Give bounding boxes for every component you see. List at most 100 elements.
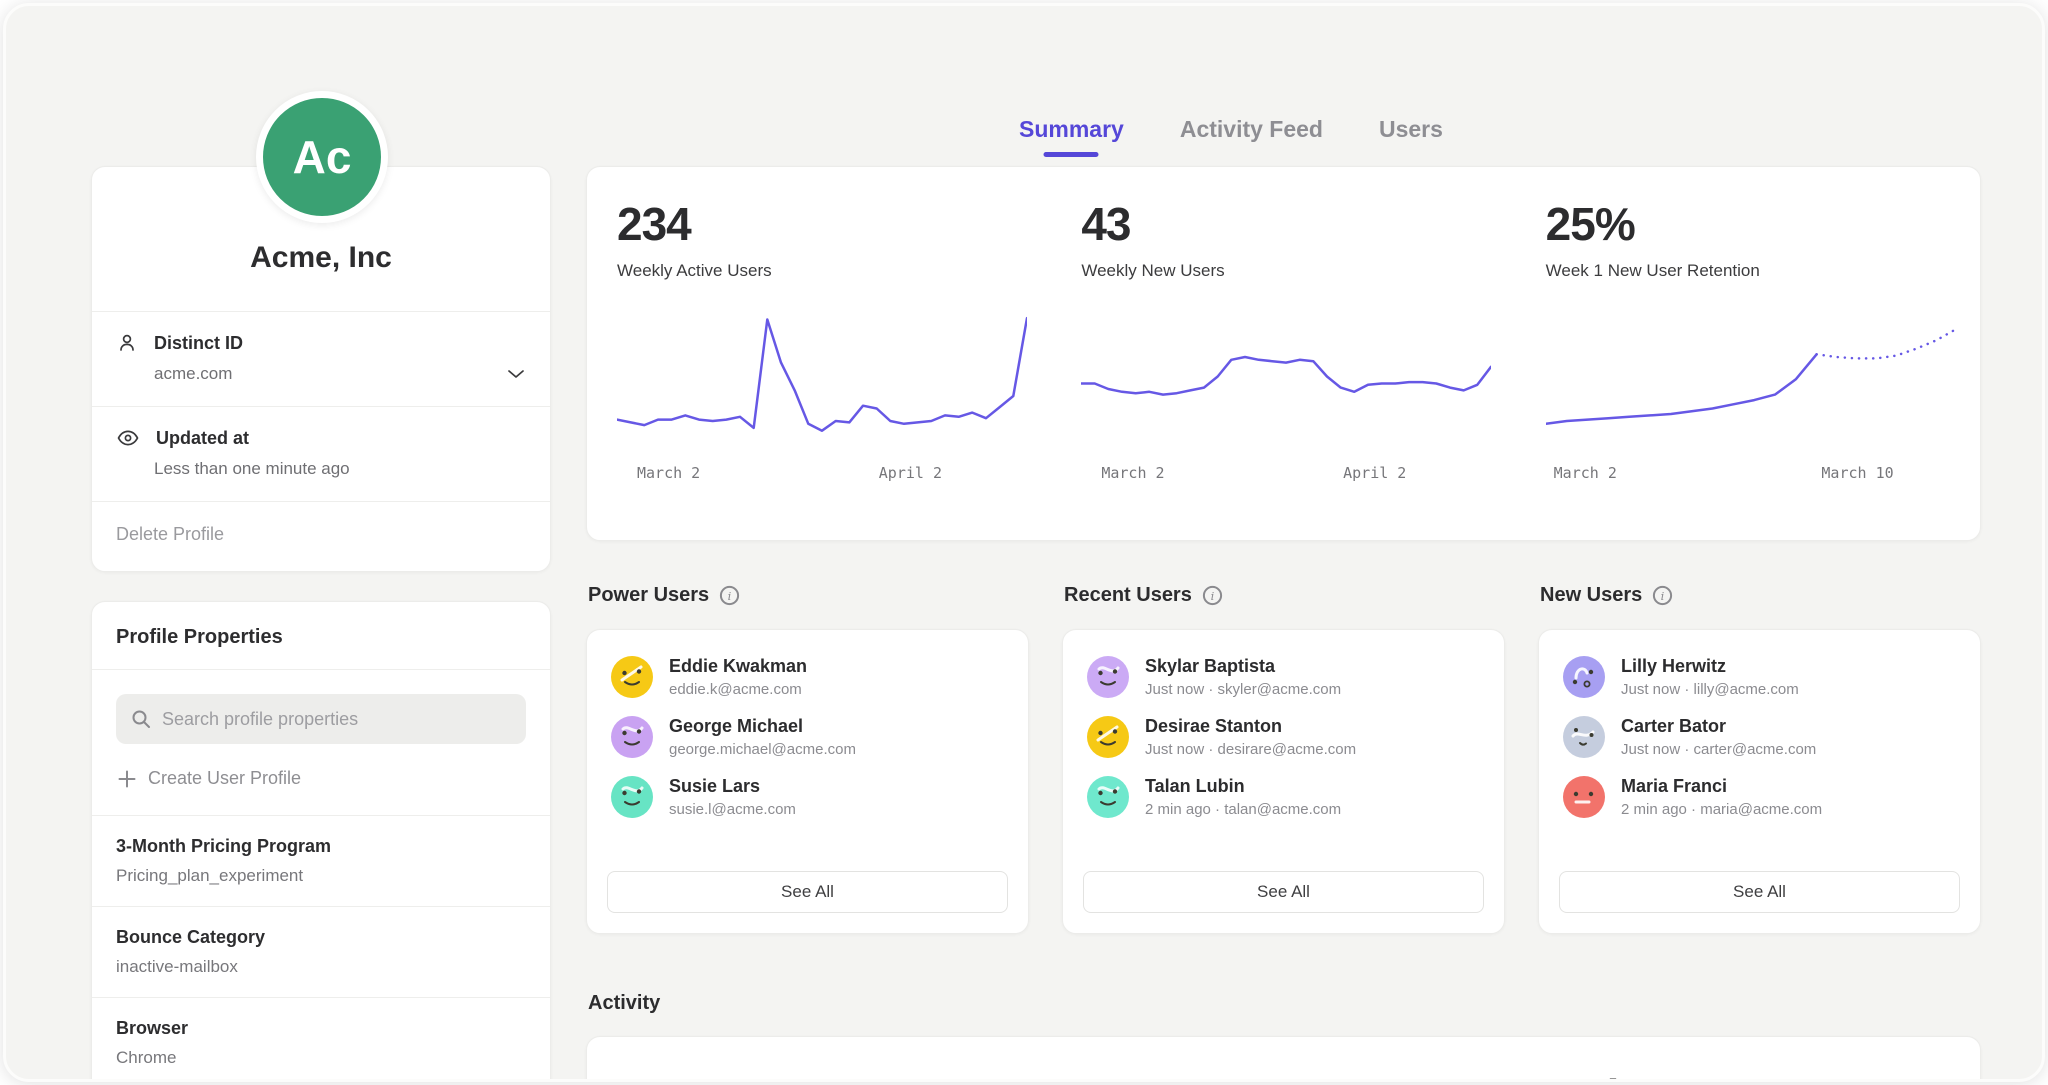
weekly-new-users-value: 43 — [1081, 197, 1515, 251]
divider — [92, 669, 550, 670]
weekly-active-users-label: Weekly Active Users — [617, 261, 1051, 281]
user-cards-row: Power Users i Eddie Kwakman eddie.k@acme… — [586, 584, 1981, 934]
user-row[interactable]: Talan Lubin 2 min ago · talan@acme.com — [1087, 776, 1480, 818]
user-name: Talan Lubin — [1145, 776, 1341, 797]
summary-stats-card: 234 Weekly Active Users March 2 April 2 … — [586, 166, 1981, 541]
user-detail: Just now · lilly@acme.com — [1621, 681, 1799, 698]
weekly-new-users-column: 43 Weekly New Users March 2 April 2 — [1051, 167, 1515, 540]
updated-at-label: Updated at — [156, 428, 249, 449]
weekly-new-users-sparkline — [1081, 299, 1491, 454]
user-detail: susie.l@acme.com — [669, 801, 796, 818]
weekly-active-users-sparkline — [617, 299, 1027, 454]
user-avatar — [1563, 716, 1605, 758]
user-row[interactable]: Skylar Baptista Just now · skyler@acme.c… — [1087, 656, 1480, 698]
property-value: Chrome — [116, 1048, 526, 1068]
delete-profile-button[interactable]: Delete Profile — [92, 502, 550, 571]
profile-properties-title: Profile Properties — [92, 602, 550, 669]
chevron-down-icon[interactable] — [506, 368, 526, 380]
recent-users-card: Skylar Baptista Just now · skyler@acme.c… — [1062, 629, 1505, 934]
app-frame: Ac Acme, Inc Distinct ID acme.com — [3, 3, 2045, 1082]
face-icon — [611, 716, 653, 758]
user-row[interactable]: Eddie Kwakman eddie.k@acme.com — [611, 656, 1004, 698]
user-row[interactable]: George Michael george.michael@acme.com — [611, 716, 1004, 758]
search-profile-properties-input[interactable] — [116, 694, 526, 744]
face-icon — [611, 656, 653, 698]
updated-at-value: Less than one minute ago — [154, 459, 526, 479]
plus-icon — [118, 770, 136, 788]
user-avatar — [611, 656, 653, 698]
tab-users-label: Users — [1379, 116, 1443, 142]
activity-card: 234 240 3.4k — [586, 1036, 1981, 1082]
property-value: Pricing_plan_experiment — [116, 866, 526, 886]
user-row[interactable]: Carter Bator Just now · carter@acme.com — [1563, 716, 1956, 758]
x-tick-start: March 2 — [1101, 464, 1164, 482]
search-icon — [130, 708, 152, 730]
x-axis-ticks: March 2 March 10 — [1554, 464, 1894, 482]
user-name: Desirae Stanton — [1145, 716, 1356, 737]
see-all-button[interactable]: See All — [1083, 871, 1484, 913]
user-avatar — [1087, 656, 1129, 698]
user-detail: george.michael@acme.com — [669, 741, 856, 758]
activity-stat-value: 3.4k — [1546, 1069, 1980, 1082]
create-user-profile-button[interactable]: Create User Profile — [118, 768, 524, 789]
property-name: Bounce Category — [116, 927, 526, 948]
svg-text:i: i — [1661, 589, 1665, 603]
profile-properties-card: Profile Properties Create User Profile 3… — [91, 601, 551, 1082]
property-row: 3-Month Pricing Program Pricing_plan_exp… — [92, 816, 550, 906]
user-name: Lilly Herwitz — [1621, 656, 1799, 677]
company-avatar-initials: Ac — [293, 130, 352, 184]
distinct-id-row: Distinct ID acme.com — [92, 312, 550, 406]
company-avatar: Ac — [256, 91, 388, 223]
power-users-section: Power Users i Eddie Kwakman eddie.k@acme… — [586, 584, 1029, 934]
face-icon — [1087, 716, 1129, 758]
retention-label: Week 1 New User Retention — [1546, 261, 1980, 281]
retention-sparkline — [1546, 299, 1956, 454]
user-name: George Michael — [669, 716, 856, 737]
user-row[interactable]: Susie Lars susie.l@acme.com — [611, 776, 1004, 818]
face-icon — [1563, 716, 1605, 758]
info-icon[interactable]: i — [1202, 585, 1223, 606]
distinct-id-label: Distinct ID — [154, 333, 243, 354]
person-icon — [116, 332, 138, 354]
profile-identity-card: Acme, Inc Distinct ID acme.com — [91, 166, 551, 572]
retention-value: 25% — [1546, 197, 1980, 251]
info-icon[interactable]: i — [719, 585, 740, 606]
distinct-id-value: acme.com — [154, 364, 526, 384]
user-row[interactable]: Lilly Herwitz Just now · lilly@acme.com — [1563, 656, 1956, 698]
tab-users[interactable]: Users — [1379, 116, 1443, 157]
user-name: Eddie Kwakman — [669, 656, 807, 677]
tab-summary-label: Summary — [1019, 116, 1124, 142]
see-all-button[interactable]: See All — [1559, 871, 1960, 913]
see-all-button[interactable]: See All — [607, 871, 1008, 913]
new-users-section: New Users i Lilly Herwitz Just now · lil… — [1538, 584, 1981, 934]
user-detail: Just now · desirare@acme.com — [1145, 741, 1356, 758]
recent-users-title: Recent Users — [1064, 584, 1192, 607]
activity-section-title: Activity — [588, 992, 660, 1015]
updated-at-row: Updated at Less than one minute ago — [92, 407, 550, 501]
user-avatar — [611, 716, 653, 758]
user-name: Susie Lars — [669, 776, 796, 797]
property-name: 3-Month Pricing Program — [116, 836, 526, 857]
svg-text:i: i — [728, 589, 732, 603]
user-avatar — [611, 776, 653, 818]
tab-activity-feed-label: Activity Feed — [1180, 116, 1323, 142]
info-icon[interactable]: i — [1652, 585, 1673, 606]
property-name: Browser — [116, 1018, 526, 1039]
user-detail: 2 min ago · maria@acme.com — [1621, 801, 1822, 818]
tab-activity-feed[interactable]: Activity Feed — [1180, 116, 1323, 157]
weekly-active-users-value: 234 — [617, 197, 1051, 251]
user-row[interactable]: Desirae Stanton Just now · desirare@acme… — [1087, 716, 1480, 758]
user-row[interactable]: Maria Franci 2 min ago · maria@acme.com — [1563, 776, 1956, 818]
weekly-active-users-column: 234 Weekly Active Users March 2 April 2 — [587, 167, 1051, 540]
user-name: Skylar Baptista — [1145, 656, 1341, 677]
tab-summary[interactable]: Summary — [1019, 116, 1124, 157]
activity-stat-value: 234 — [617, 1069, 1051, 1082]
face-icon — [611, 776, 653, 818]
svg-text:i: i — [1211, 589, 1215, 603]
x-tick-end: April 2 — [879, 464, 942, 482]
create-user-profile-label: Create User Profile — [148, 768, 301, 789]
active-tab-underline — [1044, 152, 1099, 157]
search-wrap — [116, 694, 526, 744]
activity-stat-value: 240 — [1081, 1069, 1515, 1082]
user-avatar — [1563, 776, 1605, 818]
